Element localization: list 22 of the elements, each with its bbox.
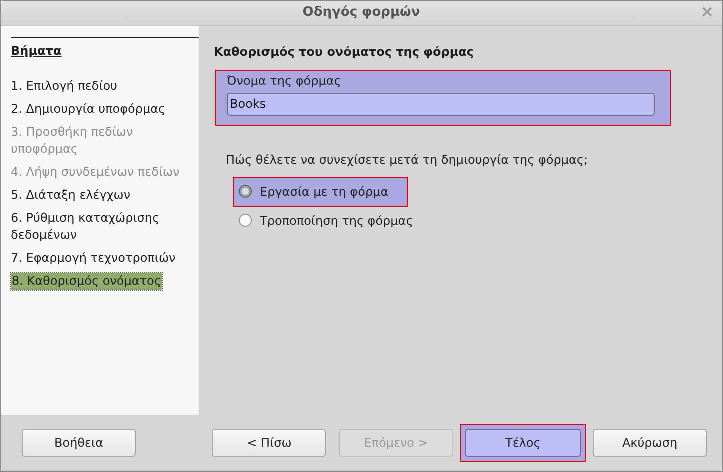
dialog-button[interactable]: Τέλος: [465, 429, 582, 458]
step-item[interactable]: 6. Ρύθμιση καταχώρισης δεδομένων: [11, 210, 196, 244]
step-item[interactable]: 1. Επιλογή πεδίου: [11, 78, 196, 95]
option-label: Εργασία με τη φόρμα: [260, 184, 389, 199]
step-item[interactable]: 5. Διάταξη ελέγχων: [11, 186, 196, 204]
field-label: Όνομα της φόρμας: [227, 74, 342, 88]
input-field[interactable]: Books: [227, 92, 655, 116]
window-title: Οδηγός φορμών: [302, 5, 420, 20]
step-item[interactable]: 7. Εφαρμογή τεχνοτροπιών: [11, 250, 196, 267]
radio-option[interactable]: Τροποποίηση της φόρμας: [233, 206, 432, 235]
radio-button[interactable]: [239, 214, 252, 228]
dialog-button[interactable]: Βοήθεια: [22, 429, 136, 458]
dialog-button[interactable]: Ακύρωση: [593, 429, 708, 458]
radio-button[interactable]: [239, 185, 252, 198]
option-label: Τροποποίηση της φόρμας: [260, 214, 414, 228]
page-title: Καθορισμός του ονόματος της φόρμας: [214, 44, 476, 59]
radio-option[interactable]: Εργασία με τη φόρμα: [233, 176, 408, 207]
step-item[interactable]: 8. Καθορισμός ονόματος: [11, 272, 162, 290]
step-item[interactable]: 2. Δημιουργία υποφόρμας: [11, 100, 196, 118]
question-text: Πώς θέλετε να συνεχίσετε μετά τη δημιουργία της φόρμας;: [226, 152, 589, 167]
dialog-button[interactable]: < Πίσω: [212, 429, 326, 458]
steps-heading: Βήματα: [11, 44, 63, 58]
